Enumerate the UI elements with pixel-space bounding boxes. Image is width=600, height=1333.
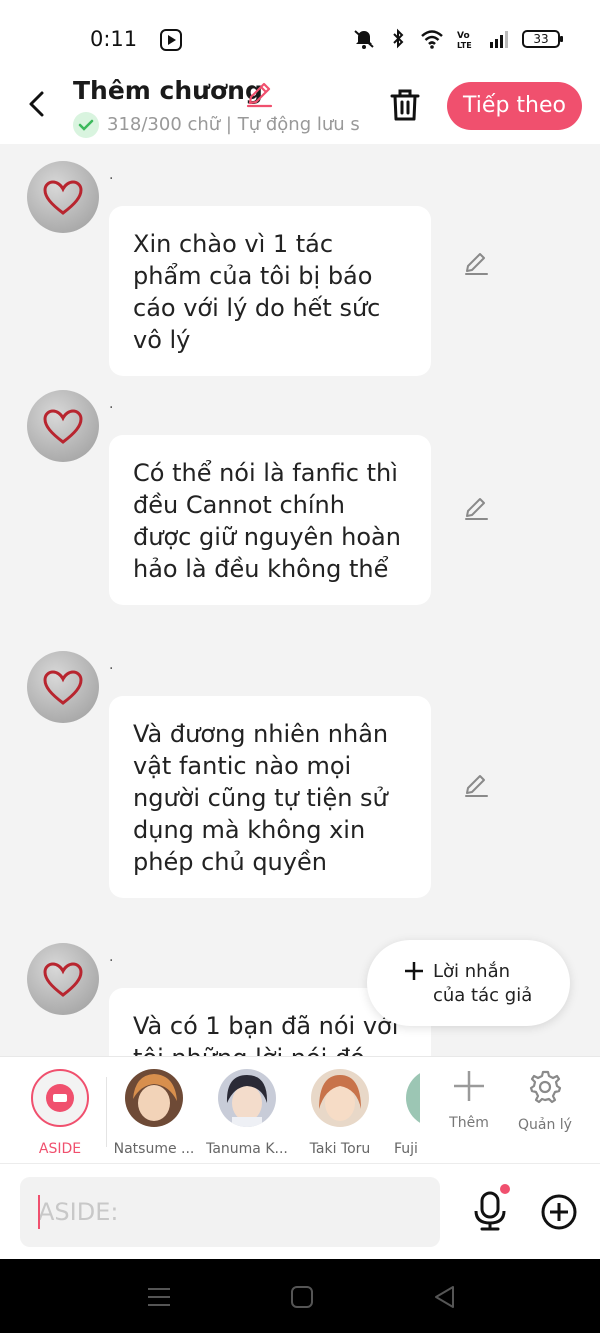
character-taki[interactable]: Taki Toru xyxy=(295,1067,385,1157)
svg-text:Vo: Vo xyxy=(457,31,470,41)
heart-icon xyxy=(43,180,83,215)
author-note-label: Lời nhắn của tác giả xyxy=(433,961,533,1006)
sender-avatar[interactable] xyxy=(27,390,99,462)
character-name: Natsume ... xyxy=(113,1141,195,1157)
next-button[interactable]: Tiếp theo xyxy=(447,82,582,130)
word-count-status: 318/300 chữ | Tự động lưu s xyxy=(107,114,359,135)
character-name: ASIDE xyxy=(38,1141,82,1157)
plus-icon xyxy=(405,962,423,980)
edit-pencil-icon[interactable] xyxy=(462,771,490,799)
author-note-button[interactable]: Lời nhắn của tác giả xyxy=(367,940,570,1026)
home-icon[interactable] xyxy=(288,1283,316,1311)
wifi-icon xyxy=(421,30,443,49)
top-header: Thêm chương 318/300 chữ | Tự động lưu s … xyxy=(0,76,600,144)
divider xyxy=(106,1077,107,1147)
character-natsume[interactable]: Natsume ... xyxy=(109,1067,199,1157)
chapter-chat: · Xin chào vì 1 tác phẩm của tôi bị báo … xyxy=(0,144,600,1056)
message-bubble[interactable]: Xin chào vì 1 tác phẩm của tôi bị báo cá… xyxy=(109,206,431,376)
message-bubble[interactable]: Có thể nói là fanfic thì đều Cannot chín… xyxy=(109,435,431,605)
input-bar xyxy=(0,1163,600,1259)
sender-name: · xyxy=(109,171,114,187)
status-time: 0:11 xyxy=(90,27,138,51)
notification-dot xyxy=(500,1184,510,1194)
heart-icon xyxy=(43,409,83,444)
message-input[interactable] xyxy=(20,1177,440,1247)
gear-icon xyxy=(529,1070,562,1104)
sender-avatar[interactable] xyxy=(27,651,99,723)
aside-icon xyxy=(46,1084,74,1112)
character-tanuma[interactable]: Tanuma K... xyxy=(202,1067,292,1157)
character-bar: ASIDE Natsume ... Tanuma K... Taki Toru … xyxy=(0,1056,600,1163)
heart-icon xyxy=(43,670,83,705)
character-fuji[interactable]: Fuji xyxy=(388,1067,420,1157)
edit-pencil-icon[interactable] xyxy=(462,249,490,277)
plus-icon xyxy=(454,1071,484,1101)
signal-icon xyxy=(490,31,508,48)
sender-avatar[interactable] xyxy=(27,161,99,233)
edit-pencil-icon[interactable] xyxy=(462,494,490,522)
character-avatar xyxy=(406,1069,420,1127)
sender-name: · xyxy=(109,400,114,416)
svg-text:LTE: LTE xyxy=(457,41,472,50)
menu-icon[interactable] xyxy=(145,1283,173,1311)
heart-icon xyxy=(43,962,83,997)
aside-avatar xyxy=(31,1069,89,1127)
pencil-icon[interactable] xyxy=(244,79,274,109)
system-nav-bar xyxy=(0,1259,600,1333)
character-name: Fuji xyxy=(394,1141,418,1157)
sender-name: · xyxy=(109,953,114,969)
back-triangle-icon[interactable] xyxy=(431,1283,459,1311)
character-avatar xyxy=(218,1069,276,1127)
status-bar: 0:11 Vo LTE 33 xyxy=(0,0,600,76)
character-name: Tanuma K... xyxy=(206,1141,288,1157)
text-cursor xyxy=(38,1195,40,1229)
message-bubble[interactable]: Và đương nhiên nhân vật fantic nào mọi n… xyxy=(109,696,431,898)
add-circle-icon[interactable] xyxy=(540,1193,578,1231)
add-label: Thêm xyxy=(449,1115,489,1131)
page-title: Thêm chương xyxy=(73,76,263,105)
back-arrow-icon[interactable] xyxy=(22,88,54,120)
manage-characters-button[interactable]: Quản lý xyxy=(510,1069,580,1133)
sender-name: · xyxy=(109,661,114,677)
character-avatar xyxy=(311,1069,369,1127)
sender-avatar[interactable] xyxy=(27,943,99,1015)
battery-icon: 33 xyxy=(522,30,563,48)
bluetooth-icon xyxy=(393,28,404,49)
mute-bell-icon xyxy=(354,30,374,49)
character-name: Taki Toru xyxy=(309,1141,371,1157)
saved-check-icon xyxy=(73,112,99,138)
manage-label: Quản lý xyxy=(518,1117,572,1133)
character-aside[interactable]: ASIDE xyxy=(15,1067,105,1157)
character-avatar xyxy=(125,1069,183,1127)
volte-icon: Vo LTE xyxy=(457,31,472,50)
trash-icon[interactable] xyxy=(386,86,424,124)
add-character-button[interactable]: Thêm xyxy=(434,1069,504,1131)
microphone-icon[interactable] xyxy=(470,1190,510,1232)
media-app-icon xyxy=(160,29,182,51)
status-icons: Vo LTE 33 xyxy=(352,28,563,50)
